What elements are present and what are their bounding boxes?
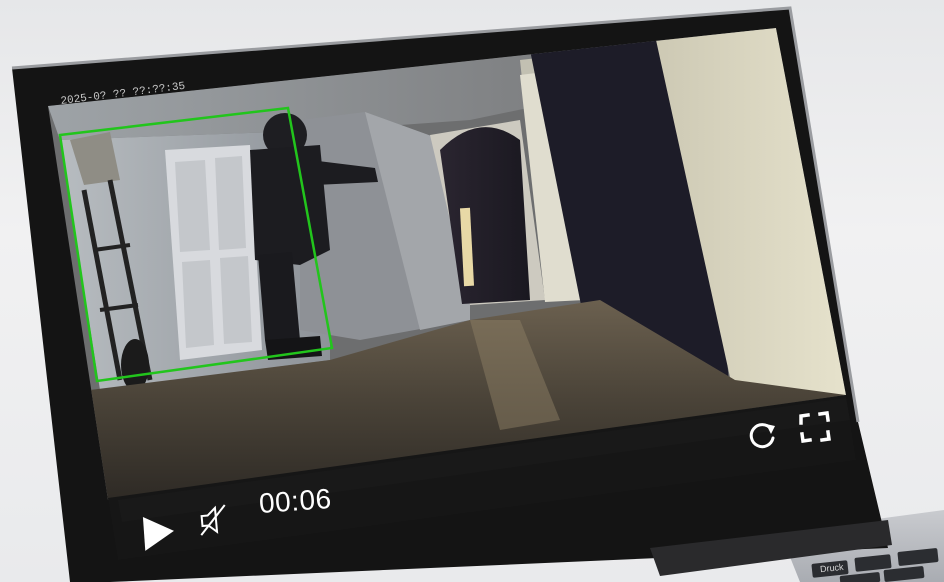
fullscreen-button[interactable]	[796, 410, 832, 446]
speaker-muted-icon	[200, 504, 226, 536]
play-button[interactable]	[138, 512, 178, 552]
laptop: 2025-0? ?? ??:??:35 00:06 Druck	[0, 0, 944, 582]
replay-icon	[749, 423, 775, 449]
play-icon	[142, 517, 174, 551]
time-display: 00:06	[258, 482, 333, 519]
fullscreen-icon	[799, 411, 831, 443]
mute-button[interactable]	[196, 502, 232, 538]
replay-button[interactable]	[744, 418, 780, 454]
